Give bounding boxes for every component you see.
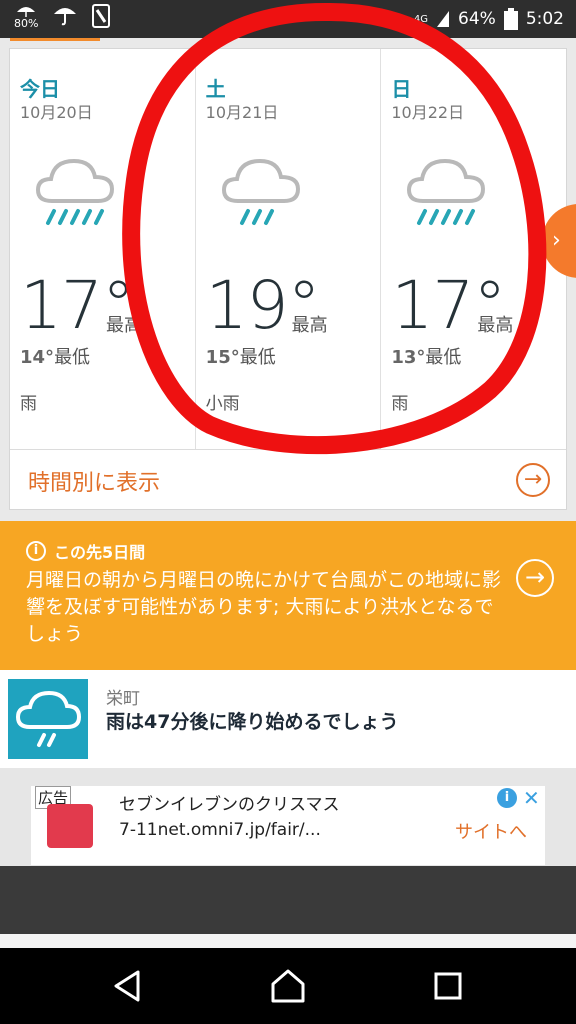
rain-cloud-icon	[8, 679, 88, 759]
low-label: 最低	[425, 347, 462, 368]
battery-percent: 64%	[458, 9, 496, 29]
tab-indicator	[10, 38, 100, 41]
high-label: 最高	[106, 315, 142, 336]
arrow-right-icon[interactable]: →	[516, 559, 554, 597]
low-temp-row: 15°最低	[206, 343, 276, 369]
light-rain-cloud-icon	[221, 158, 300, 225]
umbrella-icon	[54, 8, 77, 26]
alert-title: この先5日間	[54, 543, 146, 562]
ad-banner[interactable]: 広告 セブンイレブンのクリスマス 7-11net.omni7.jp/fair/.…	[31, 786, 545, 865]
divider-band	[0, 866, 576, 934]
daily-forecast-card: 今日 10月20日 17° 最高 14°最低 雨 土 10月21日 19° 最高…	[9, 48, 567, 510]
low-label: 最低	[54, 347, 91, 368]
clock: 5:02	[525, 9, 564, 29]
day-date: 10月20日	[20, 103, 93, 122]
sim-card-icon	[92, 4, 111, 28]
info-icon: i	[26, 541, 46, 561]
nowcast-card[interactable]: 栄町 雨は47分後に降り始めるでしょう	[0, 670, 576, 768]
home-icon[interactable]	[268, 966, 308, 1006]
ad-title: セブンイレブンのクリスマス	[119, 795, 340, 815]
ad-url: 7-11net.omni7.jp/fair/...	[119, 820, 321, 840]
low-temp-row: 13°最低	[391, 343, 461, 369]
partial-content-strip	[0, 934, 576, 948]
status-bar: 80% 4G 64% 5:02	[0, 0, 576, 38]
rain-cloud-icon	[35, 158, 115, 225]
low-temp: 13°	[391, 347, 426, 368]
day-column-sat[interactable]: 土 10月21日 19° 最高 15°最低 小雨	[196, 49, 382, 449]
hourly-label: 時間別に表示	[28, 471, 161, 496]
low-temp-row: 14°最低	[20, 343, 90, 369]
day-columns: 今日 10月20日 17° 最高 14°最低 雨 土 10月21日 19° 最高…	[10, 49, 566, 449]
weather-notification: 80%	[14, 4, 38, 30]
recent-apps-icon[interactable]	[428, 966, 468, 1006]
day-date: 10月21日	[205, 103, 279, 122]
location-name: 栄町	[106, 689, 140, 709]
low-temp: 15°	[205, 347, 240, 368]
chevron-right-icon: ›	[552, 228, 561, 253]
rain-cloud-icon	[407, 158, 486, 225]
signal-icon	[437, 11, 450, 27]
low-temp: 14°	[20, 347, 55, 368]
weather-alert-banner[interactable]: i この先5日間 月曜日の朝から月曜日の晩にかけて台風がこの地域に影響を及ぼす可…	[0, 521, 576, 670]
adchoices-icon[interactable]: i	[497, 788, 517, 808]
navigation-bar	[0, 948, 576, 1024]
condition-text: 小雨	[205, 394, 240, 414]
day-name: 土	[205, 77, 226, 101]
condition-text: 雨	[391, 394, 409, 414]
arrow-right-icon[interactable]: →	[516, 463, 550, 497]
ad-area: 広告 セブンイレブンのクリスマス 7-11net.omni7.jp/fair/.…	[0, 768, 576, 866]
back-icon[interactable]	[108, 966, 148, 1006]
day-name: 日	[391, 77, 412, 101]
low-label: 最低	[239, 347, 276, 368]
high-label: 最高	[477, 315, 514, 336]
close-icon[interactable]: ✕	[523, 786, 540, 810]
alert-text: 月曜日の朝から月曜日の晩にかけて台風がこの地域に影響を及ぼす可能性があります; …	[26, 569, 502, 645]
day-name: 今日	[20, 77, 60, 101]
network-type: 4G	[413, 13, 429, 25]
weather-percent: 80%	[14, 17, 39, 30]
ad-cta-link[interactable]: サイトへ	[455, 818, 527, 844]
nowcast-message: 雨は47分後に降り始めるでしょう	[106, 711, 399, 733]
ad-thumbnail	[47, 804, 93, 848]
alert-title-row: i この先5日間	[26, 539, 145, 563]
day-date: 10月22日	[391, 103, 465, 122]
rain-umbrella-icon	[17, 7, 36, 17]
day-column-today[interactable]: 今日 10月20日 17° 最高 14°最低 雨	[10, 49, 196, 449]
high-label: 最高	[291, 315, 328, 336]
condition-text: 雨	[20, 394, 37, 414]
day-column-sun[interactable]: 日 10月22日 17° 最高 13°最低 雨	[381, 49, 566, 449]
hourly-link[interactable]: 時間別に表示 →	[10, 449, 566, 509]
battery-icon	[503, 8, 518, 30]
